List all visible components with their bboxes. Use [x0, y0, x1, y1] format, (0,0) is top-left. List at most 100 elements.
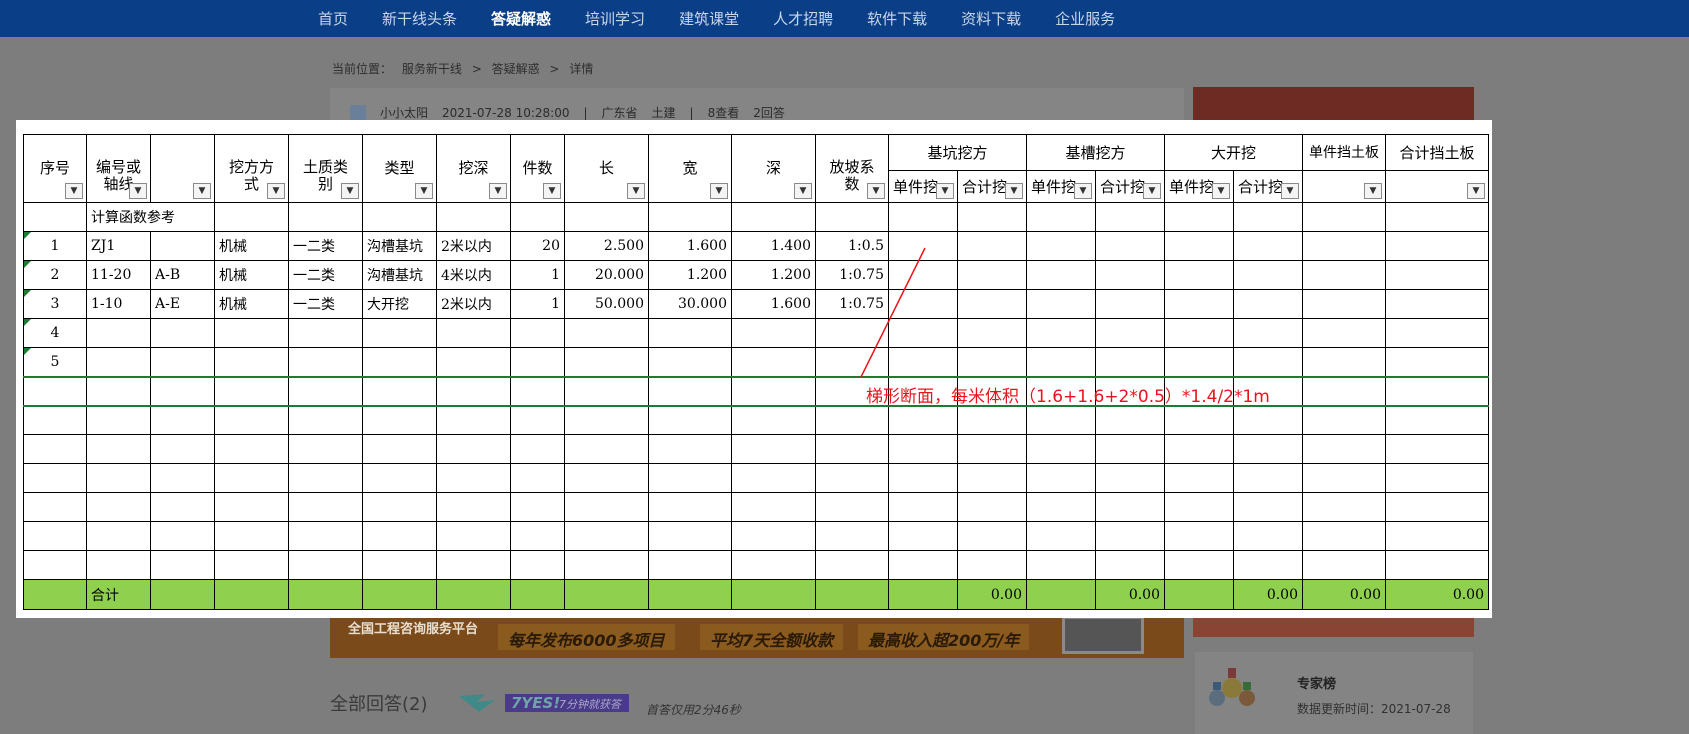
expert-ranking-card[interactable]: 专家榜 数据更新时间：2021-07-28	[1195, 652, 1473, 734]
breadcrumb-link-service[interactable]: 服务新干线	[402, 62, 462, 76]
table-cell	[564, 434, 649, 464]
table-cell	[1302, 434, 1386, 464]
table-cell	[1233, 202, 1303, 232]
cell-depth-range: 2米以内	[436, 231, 511, 261]
filter-dropdown-icon[interactable]: ▼	[867, 183, 885, 199]
cell-axis	[150, 347, 215, 377]
column-header-depth[interactable]: 深 ▼	[731, 134, 816, 203]
cell-method	[214, 318, 289, 348]
breadcrumb-link-qa[interactable]: 答疑解惑	[492, 62, 540, 76]
column-subheader-open_total[interactable]: 合计挖 ▼	[1233, 170, 1303, 203]
column-header-code[interactable]: 编号或轴线 ▼	[86, 134, 151, 203]
table-cell	[564, 202, 649, 232]
column-header-seq[interactable]: 序号 ▼	[23, 134, 87, 203]
column-group-trench: 基槽挖方	[1026, 134, 1165, 171]
filter-dropdown-icon[interactable]: ▼	[341, 183, 359, 199]
column-header-label: 件数	[522, 159, 553, 177]
table-cell	[23, 405, 87, 435]
cell-method: 机械	[214, 260, 289, 290]
column-header-blank[interactable]: ▼	[150, 134, 215, 203]
column-header-method[interactable]: 挖方方式 ▼	[214, 134, 289, 203]
nav-item[interactable]: 首页	[318, 8, 348, 29]
column-subheader-pit_total[interactable]: 合计挖 ▼	[957, 170, 1027, 203]
filter-dropdown-icon[interactable]: ▼	[936, 183, 954, 199]
table-cell	[1385, 463, 1489, 493]
filter-dropdown-icon[interactable]: ▼	[1281, 183, 1299, 199]
filter-dropdown-icon[interactable]: ▼	[267, 183, 285, 199]
column-subheader-trench_unit[interactable]: 单件挖 ▼	[1026, 170, 1096, 203]
table-cell	[436, 550, 511, 580]
filter-dropdown-icon[interactable]: ▼	[129, 183, 147, 199]
filter-dropdown-icon[interactable]: ▼	[1364, 183, 1382, 199]
cell-depth: 1.400	[731, 231, 816, 261]
column-header-length[interactable]: 长 ▼	[564, 134, 649, 203]
table-cell	[1026, 405, 1096, 435]
column-header-type[interactable]: 类型 ▼	[362, 134, 437, 203]
column-header-depth_range[interactable]: 挖深 ▼	[436, 134, 511, 203]
cell-method	[214, 347, 289, 377]
filter-dropdown-icon[interactable]: ▼	[543, 183, 561, 199]
cell-depth	[731, 347, 816, 377]
row-number: 5	[23, 347, 87, 377]
cell-comment-marker-icon	[24, 232, 31, 239]
table-cell	[815, 492, 889, 522]
filter-dropdown-icon[interactable]: ▼	[193, 183, 211, 199]
column-filter-board-unit[interactable]: ▼	[1302, 170, 1386, 203]
column-subheader-pit_unit[interactable]: 单件挖 ▼	[888, 170, 958, 203]
filter-dropdown-icon[interactable]: ▼	[65, 183, 83, 199]
column-subheader-trench_total[interactable]: 合计挖 ▼	[1095, 170, 1165, 203]
table-cell	[510, 579, 565, 610]
filter-dropdown-icon[interactable]: ▼	[794, 183, 812, 199]
nav-item[interactable]: 答疑解惑	[491, 8, 551, 29]
column-header-count[interactable]: 件数 ▼	[510, 134, 565, 203]
row-number: 1	[23, 231, 87, 261]
filter-dropdown-icon[interactable]: ▼	[489, 183, 507, 199]
filter-dropdown-icon[interactable]: ▼	[627, 183, 645, 199]
table-cell	[815, 550, 889, 580]
table-cell	[1164, 434, 1234, 464]
filter-dropdown-icon[interactable]: ▼	[415, 183, 433, 199]
table-cell	[1026, 231, 1096, 261]
cell-type	[362, 347, 437, 377]
filter-dropdown-icon[interactable]: ▼	[1212, 183, 1230, 199]
table-cell	[86, 550, 151, 580]
user-name[interactable]: 小小太阳	[380, 104, 428, 121]
nav-item[interactable]: 新干线头条	[382, 8, 457, 29]
filter-dropdown-icon[interactable]: ▼	[1005, 183, 1023, 199]
cell-depth: 1.600	[731, 289, 816, 319]
cell-soil	[288, 347, 363, 377]
filter-dropdown-icon[interactable]: ▼	[710, 183, 728, 199]
table-cell	[86, 375, 151, 407]
table-cell	[1385, 405, 1489, 435]
column-subheader-label: 合计挖	[962, 178, 1008, 196]
column-subheader-open_unit[interactable]: 单件挖 ▼	[1164, 170, 1234, 203]
cell-type: 沟槽基坑	[362, 231, 437, 261]
table-cell	[731, 550, 816, 580]
nav-item[interactable]: 资料下载	[961, 8, 1021, 29]
column-filter-board-total[interactable]: ▼	[1385, 170, 1489, 203]
table-cell	[150, 492, 215, 522]
banner-platform-text: 全国工程咨询服务平台	[348, 622, 479, 637]
table-cell	[214, 434, 289, 464]
table-cell	[288, 405, 363, 435]
nav-item[interactable]: 企业服务	[1055, 8, 1115, 29]
nav-item[interactable]: 人才招聘	[773, 8, 833, 29]
breadcrumb-separator: >	[549, 62, 560, 76]
filter-dropdown-icon[interactable]: ▼	[1074, 183, 1092, 199]
table-cell	[888, 202, 958, 232]
table-row	[23, 434, 1489, 464]
nav-item[interactable]: 软件下载	[867, 8, 927, 29]
table-cell	[564, 550, 649, 580]
user-avatar-icon[interactable]	[350, 104, 366, 121]
column-header-soil[interactable]: 土质类别 ▼	[288, 134, 363, 203]
bottom-promo-banner[interactable]: 全国工程咨询服务平台 每年发布6000多项目 平均7天全额收款 最高收入超200…	[330, 612, 1184, 658]
filter-dropdown-icon[interactable]: ▼	[1467, 183, 1485, 199]
cell-type: 大开挖	[362, 289, 437, 319]
table-cell	[957, 202, 1027, 232]
nav-item[interactable]: 建筑课堂	[679, 8, 739, 29]
nav-item[interactable]: 培训学习	[585, 8, 645, 29]
filter-dropdown-icon[interactable]: ▼	[1143, 183, 1161, 199]
column-header-slope[interactable]: 放坡系数 ▼	[815, 134, 889, 203]
table-cell	[1026, 579, 1096, 610]
column-header-width[interactable]: 宽 ▼	[648, 134, 732, 203]
